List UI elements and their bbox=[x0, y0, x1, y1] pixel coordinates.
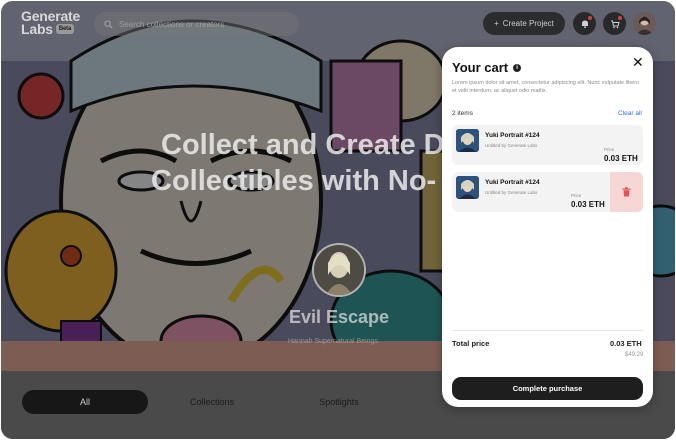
create-project-label: Create Project bbox=[502, 19, 554, 28]
cart-panel: Your cart i ✕ Lorem ipsum dolor sit amet… bbox=[442, 47, 653, 407]
search-icon bbox=[104, 19, 113, 29]
item-thumbnail bbox=[456, 176, 479, 199]
search-input[interactable]: Search collections or creators bbox=[94, 12, 299, 36]
cart-description: Lorem ipsum dolor sit amet, consectetur … bbox=[452, 80, 640, 94]
bell-icon bbox=[581, 20, 588, 28]
cart-icon bbox=[610, 20, 620, 28]
cart-title: Your cart i bbox=[452, 60, 522, 75]
logo-line2: Labs bbox=[21, 21, 53, 37]
tab-collections[interactable]: Collections bbox=[151, 390, 273, 414]
collection-avatar-image bbox=[314, 245, 364, 295]
notifications-button[interactable] bbox=[573, 12, 596, 35]
remove-item-button[interactable] bbox=[610, 172, 643, 212]
info-icon[interactable]: i bbox=[513, 63, 522, 72]
top-header: Generate Labs Beta Search collections or… bbox=[1, 1, 675, 45]
cart-item[interactable]: Yuki Portrait #124 Untitled by Generate … bbox=[452, 172, 643, 212]
cart-title-text: Your cart bbox=[452, 60, 509, 75]
divider bbox=[452, 330, 643, 331]
item-price-label: Price bbox=[571, 193, 582, 198]
total-price-usd: $49.29 bbox=[625, 352, 644, 358]
item-creator: Untitled by Generate Labs bbox=[485, 143, 538, 148]
cart-dot bbox=[618, 16, 622, 20]
cart-item[interactable]: Yuki Portrait #124 Untitled by Generate … bbox=[452, 125, 643, 165]
item-thumbnail-image bbox=[456, 129, 479, 152]
app-window: Collect and Create D Collectibles with N… bbox=[1, 1, 675, 439]
collection-avatar[interactable] bbox=[312, 243, 366, 297]
total-price-eth: 0.03 ETH bbox=[610, 339, 642, 348]
user-avatar[interactable] bbox=[633, 12, 656, 35]
item-name: Yuki Portrait #124 bbox=[485, 132, 540, 139]
search-placeholder: Search collections or creators bbox=[119, 19, 225, 29]
item-price: 0.03 ETH bbox=[571, 200, 605, 209]
clear-all-button[interactable]: Clear all bbox=[618, 110, 642, 117]
complete-purchase-button[interactable]: Complete purchase bbox=[452, 377, 643, 400]
beta-badge: Beta bbox=[55, 24, 75, 34]
tab-all[interactable]: All bbox=[22, 390, 148, 414]
plus-icon: + bbox=[494, 19, 499, 28]
trash-icon bbox=[622, 187, 631, 197]
user-avatar-image bbox=[633, 12, 656, 35]
create-project-button[interactable]: + Create Project bbox=[483, 12, 565, 35]
collection-name[interactable]: Evil Escape bbox=[289, 307, 389, 328]
tab-spotlights[interactable]: Spotlights bbox=[278, 390, 400, 414]
notification-dot bbox=[588, 16, 592, 20]
item-price: 0.03 ETH bbox=[604, 154, 638, 163]
cart-button[interactable] bbox=[603, 12, 626, 35]
close-icon[interactable]: ✕ bbox=[632, 55, 644, 69]
item-name: Yuki Portrait #124 bbox=[485, 179, 540, 186]
item-thumbnail bbox=[456, 129, 479, 152]
item-creator: Untitled by Generate Labs bbox=[485, 190, 538, 195]
item-price-label: Price bbox=[604, 147, 615, 152]
cart-item-count: 2 items bbox=[452, 110, 473, 117]
collection-creator[interactable]: Hannah Supernatural Beings bbox=[288, 338, 378, 345]
item-thumbnail-image bbox=[456, 176, 479, 199]
logo[interactable]: Generate Labs Beta bbox=[21, 9, 80, 37]
total-price-label: Total price bbox=[452, 339, 490, 348]
